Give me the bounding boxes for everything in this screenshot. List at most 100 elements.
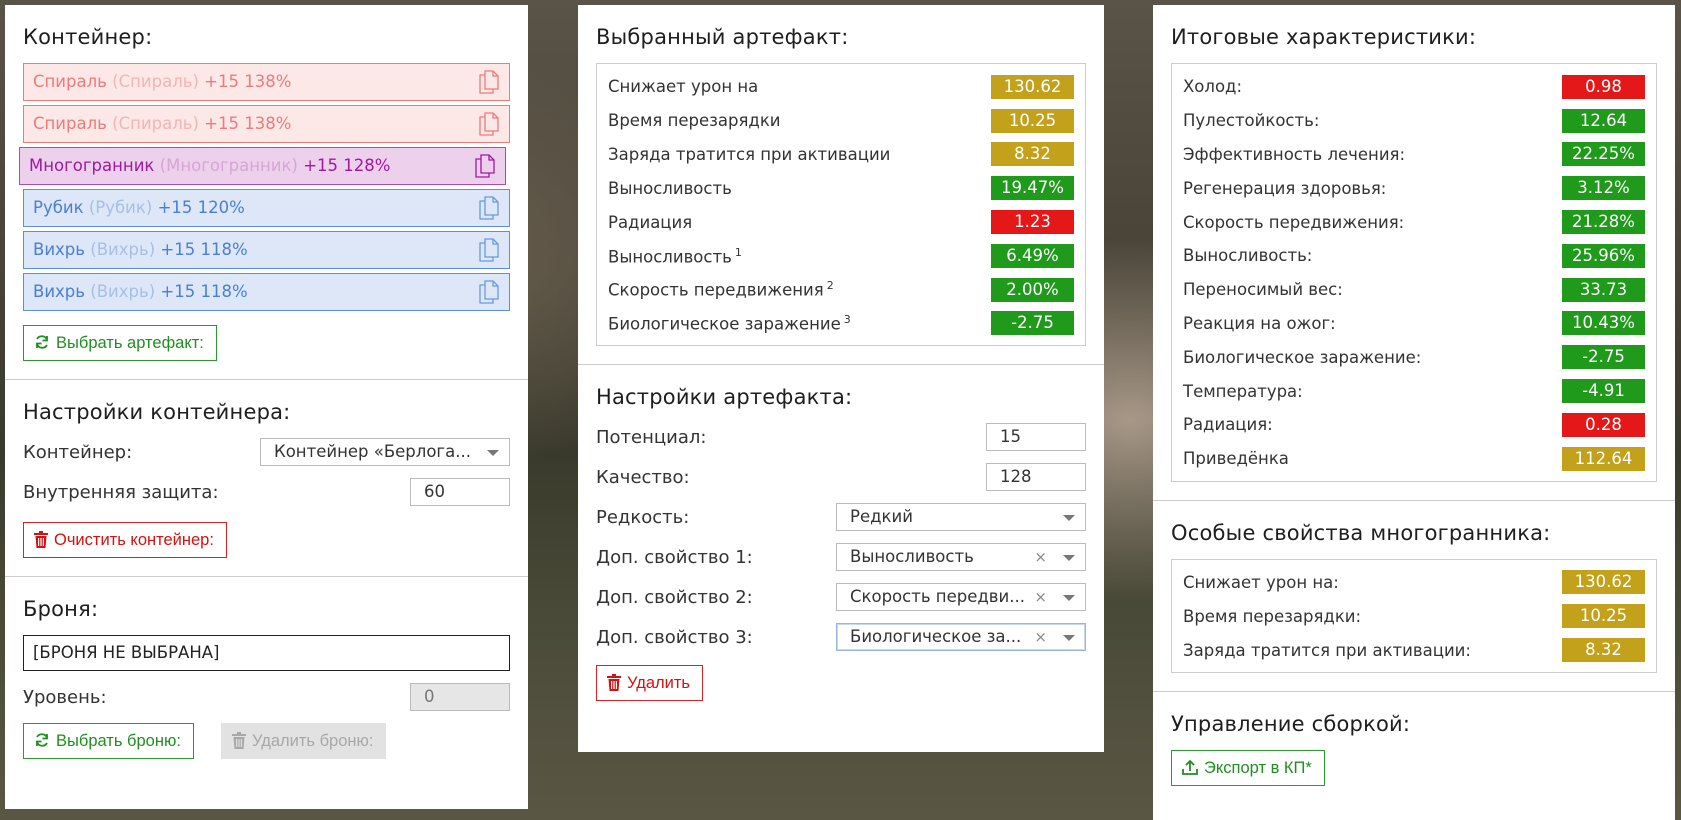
slot-name: Многогранник bbox=[29, 156, 155, 175]
export-label: Экспорт в КП* bbox=[1204, 758, 1312, 777]
stat-value: 10.25 bbox=[991, 108, 1074, 133]
stat-label: Переносимый вес: bbox=[1183, 280, 1343, 299]
export-button[interactable]: Экспорт в КП* bbox=[1171, 749, 1325, 786]
quality-input[interactable]: 128 bbox=[986, 463, 1086, 492]
stat-row: Выносливость 19.47% bbox=[608, 171, 1074, 205]
extra1-label: Доп. свойство 1: bbox=[596, 546, 753, 568]
totals-title: Итоговые характеристики: bbox=[1171, 25, 1477, 49]
stat-row: Радиация: 0.28 bbox=[1183, 408, 1645, 442]
copy-icon[interactable] bbox=[479, 70, 499, 94]
artifact-slot[interactable]: Спираль (Спираль) +15 138% bbox=[23, 105, 510, 143]
potential-input[interactable]: 15 bbox=[986, 423, 1086, 452]
stat-label: Выносливость: bbox=[1183, 246, 1312, 265]
protection-input[interactable]: 60 bbox=[410, 478, 510, 506]
container-settings-title: Настройки контейнера: bbox=[23, 400, 291, 424]
special-section: Особые свойства многогранника: Снижает у… bbox=[1153, 501, 1675, 692]
slot-sub: (Вихрь) bbox=[90, 240, 156, 259]
artifact-slot[interactable]: Многогранник (Многогранник) +15 128% bbox=[19, 147, 506, 185]
stat-label-text: Снижает урон на: bbox=[1183, 572, 1339, 592]
chevron-down-icon bbox=[487, 450, 499, 456]
protection-row: Внутренняя защита: 60 bbox=[23, 478, 510, 506]
trash-icon bbox=[34, 530, 48, 548]
select-artifact-button[interactable]: Выбрать артефакт: bbox=[23, 325, 217, 361]
stat-row: Выносливость 1 6.49% bbox=[608, 239, 1074, 273]
stat-row: Снижает урон на: 130.62 bbox=[1183, 566, 1645, 600]
artifact-slot[interactable]: Вихрь (Вихрь) +15 118% bbox=[23, 231, 510, 269]
stat-label: Биологическое заражение: bbox=[1183, 348, 1421, 367]
slot-sub: (Многогранник) bbox=[159, 156, 298, 175]
stat-value: 3.12% bbox=[1562, 176, 1645, 201]
extra3-select-value: Биологическое за... bbox=[850, 627, 1022, 647]
selected-artifact-stats: Снижает урон на 130.62 Время перезарядки 10… bbox=[596, 63, 1086, 347]
stat-label: Заряда тратится при активации: bbox=[1183, 641, 1471, 660]
stat-label-text: Регенерация здоровья: bbox=[1183, 178, 1387, 198]
totals-panel: Итоговые характеристики: Холод: 0.98 Пулес… bbox=[1153, 5, 1675, 820]
stat-label: Выносливость 1 bbox=[608, 246, 742, 267]
stat-row: Биологическое заражение: -2.75 bbox=[1183, 340, 1645, 374]
artifact-settings-section: Настройки артефакта: Потенциал: 15 Качес… bbox=[578, 365, 1104, 719]
stat-value: -2.75 bbox=[1562, 345, 1645, 370]
trash-icon bbox=[607, 674, 621, 692]
container-select[interactable]: Контейнер «Берлога... bbox=[260, 438, 510, 466]
selected-artifact-title: Выбранный артефакт: bbox=[596, 25, 849, 49]
select-armor-button[interactable]: Выбрать броню: bbox=[23, 723, 194, 759]
rarity-select-value: Редкий bbox=[850, 507, 913, 527]
stat-value: 10.25 bbox=[1562, 604, 1645, 629]
clear-icon[interactable]: × bbox=[1034, 544, 1047, 570]
rarity-select[interactable]: Редкий bbox=[836, 503, 1086, 532]
totals-section: Итоговые характеристики: Холод: 0.98 Пулес… bbox=[1153, 5, 1675, 501]
stat-row: Радиация 1.23 bbox=[608, 205, 1074, 239]
stat-row: Снижает урон на 130.62 bbox=[608, 70, 1074, 104]
refresh-icon bbox=[36, 335, 48, 349]
artifact-slot-list: Спираль (Спираль) +15 138% Спираль (Спира… bbox=[19, 63, 510, 311]
copy-icon[interactable] bbox=[479, 196, 499, 220]
stat-row: Время перезарядки: 10.25 bbox=[1183, 599, 1645, 633]
stat-value: 25.96% bbox=[1562, 243, 1645, 268]
extra3-select[interactable]: Биологическое за... × bbox=[836, 623, 1086, 652]
clear-container-button[interactable]: Очистить контейнер: bbox=[23, 522, 227, 558]
select-armor-label: Выбрать броню: bbox=[56, 732, 181, 750]
slot-sub: (Спираль) bbox=[112, 114, 199, 133]
extra1-row: Доп. свойство 1: Выносливость × bbox=[596, 543, 1086, 572]
stat-value: 1.23 bbox=[991, 210, 1074, 235]
copy-icon[interactable] bbox=[479, 238, 499, 262]
stat-label-text: Время перезарядки: bbox=[1183, 606, 1362, 626]
copy-icon[interactable] bbox=[479, 280, 499, 304]
artifact-slot[interactable]: Вихрь (Вихрь) +15 118% bbox=[23, 273, 510, 311]
artifact-slot[interactable]: Спираль (Спираль) +15 138% bbox=[23, 63, 510, 101]
copy-icon[interactable] bbox=[479, 112, 499, 136]
extra3-label: Доп. свойство 3: bbox=[596, 626, 753, 648]
stat-label: Регенерация здоровья: bbox=[1183, 179, 1386, 198]
quality-row: Качество: 128 bbox=[596, 463, 1086, 492]
armor-level-row: Уровень: 0 bbox=[23, 683, 510, 711]
stat-row: Пулестойкость: 12.64 bbox=[1183, 104, 1645, 138]
extra3-row: Доп. свойство 3: Биологическое за... × bbox=[596, 623, 1086, 652]
stat-value: 0.98 bbox=[1562, 74, 1645, 99]
stat-label-text: Приведёнка bbox=[1183, 449, 1289, 469]
stat-value: 8.32 bbox=[991, 142, 1074, 167]
rarity-row: Редкость: Редкий bbox=[596, 503, 1086, 532]
stat-label-text: Заряда тратится при активации: bbox=[1183, 640, 1471, 660]
stat-value: 130.62 bbox=[1562, 570, 1645, 595]
slot-sub: (Рубик) bbox=[88, 198, 153, 217]
slot-bonus: +15 138% bbox=[204, 72, 292, 91]
extra2-select[interactable]: Скорость передви... × bbox=[836, 583, 1086, 612]
armor-level-input: 0 bbox=[410, 683, 510, 711]
extra1-select-value: Выносливость bbox=[850, 547, 974, 567]
slot-bonus: +15 118% bbox=[160, 240, 248, 259]
stat-value: 21.28% bbox=[1562, 210, 1645, 235]
armor-field[interactable]: [БРОНЯ НЕ ВЫБРАНА] bbox=[23, 635, 510, 671]
copy-icon[interactable] bbox=[475, 154, 495, 178]
delete-artifact-button[interactable]: Удалить bbox=[596, 665, 703, 702]
stat-value: 33.73 bbox=[1562, 277, 1645, 302]
artifact-slot[interactable]: Рубик (Рубик) +15 120% bbox=[23, 189, 510, 227]
container-label: Контейнер: bbox=[23, 441, 133, 463]
potential-label: Потенциал: bbox=[596, 426, 707, 448]
container-select-row: Контейнер: Контейнер «Берлога... bbox=[23, 438, 510, 466]
clear-icon[interactable]: × bbox=[1034, 624, 1047, 650]
stat-label: Температура: bbox=[1183, 382, 1303, 401]
extra1-select[interactable]: Выносливость × bbox=[836, 543, 1086, 572]
slot-sub: (Вихрь) bbox=[90, 282, 156, 301]
stat-label-text: Биологическое заражение bbox=[608, 314, 841, 334]
clear-icon[interactable]: × bbox=[1034, 584, 1047, 610]
